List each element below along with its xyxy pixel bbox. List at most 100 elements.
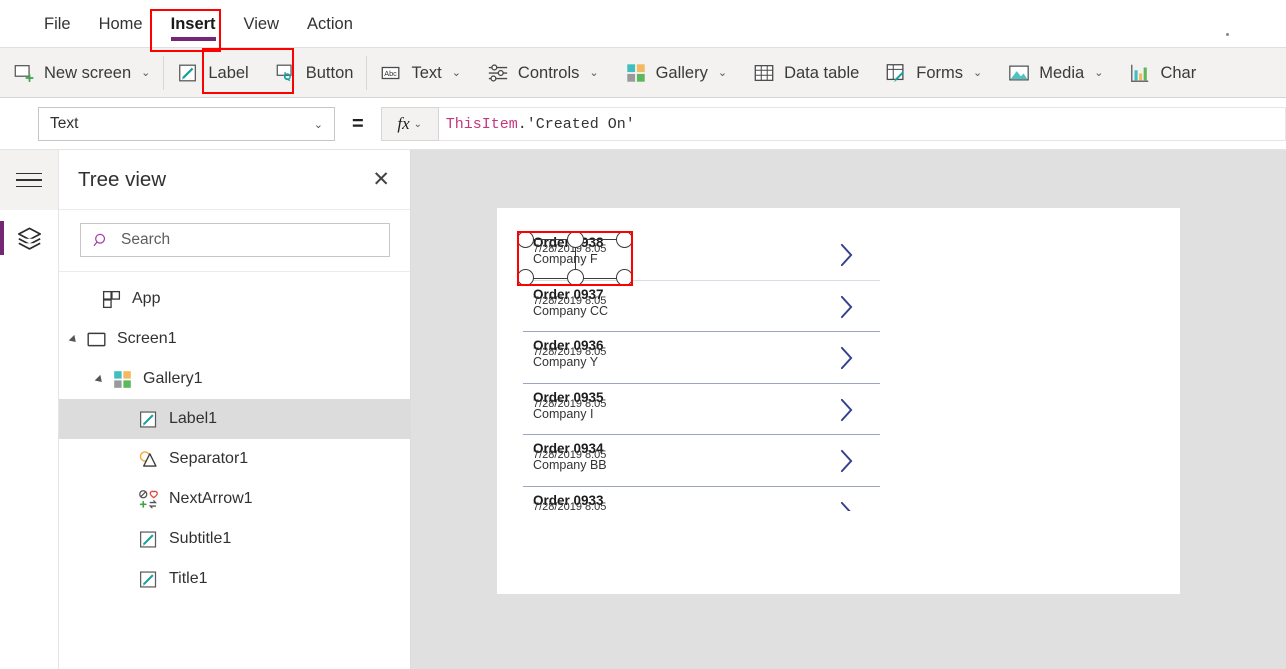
gallery-row[interactable]: Order 0935 Company I 7/28/2019 8:05: [523, 384, 880, 435]
search-container: Search: [59, 210, 410, 272]
button-icon: [276, 64, 292, 81]
ribbon-label: Forms: [916, 63, 964, 82]
ribbon-new-screen[interactable]: New screen ⌄: [0, 48, 163, 97]
tree-item-label: NextArrow1: [169, 490, 253, 507]
equals-sign: =: [352, 112, 364, 135]
ribbon-label: Button: [305, 63, 354, 82]
ribbon-label: Gallery: [655, 63, 708, 82]
label-icon: [140, 570, 157, 588]
ribbon-controls[interactable]: Controls ⌄: [474, 48, 612, 97]
ribbon-forms[interactable]: Forms ⌄: [872, 48, 995, 97]
canvas-area[interactable]: Order 0938 Company F 7/28/2019 8:05 Orde…: [411, 150, 1286, 669]
gallery-row-date: 7/28/2019 8:05: [533, 449, 607, 461]
next-arrow-icon[interactable]: [839, 398, 854, 422]
active-tab-underline: [170, 37, 216, 41]
menu-item-view[interactable]: View: [230, 8, 293, 40]
media-icon: [1009, 65, 1030, 80]
resize-handle-n[interactable]: [567, 231, 584, 248]
chevron-down-icon: ⌄: [1094, 67, 1104, 79]
formula-field-token: 'Created On': [526, 115, 635, 133]
selection-handles: [517, 231, 633, 286]
tree-item-label: Gallery1: [143, 370, 203, 387]
hamburger-button[interactable]: [0, 150, 58, 210]
data-table-icon: [754, 64, 774, 81]
menu-item-insert[interactable]: Insert: [157, 8, 230, 41]
left-rail: [0, 150, 59, 669]
gallery-row[interactable]: Order 0936 Company Y 7/28/2019 8:05: [523, 332, 880, 384]
menu-item-home[interactable]: Home: [85, 8, 157, 40]
next-arrow-icon[interactable]: [839, 295, 854, 319]
menu-item-action[interactable]: Action: [293, 8, 367, 40]
ribbon-label[interactable]: Label: [164, 48, 261, 97]
formula-object-token: ThisItem: [445, 115, 518, 133]
ribbon-media[interactable]: Media ⌄: [995, 48, 1116, 97]
resize-handle-ne[interactable]: [616, 231, 633, 248]
resize-handle-s[interactable]: [567, 269, 584, 286]
fx-button[interactable]: fx ⌄: [380, 107, 439, 141]
chevron-down-icon: ⌄: [717, 67, 728, 79]
tree-item-nextarrow1[interactable]: NextArrow1: [59, 479, 410, 519]
app-icon: [102, 290, 121, 308]
controls-icon: [488, 63, 508, 82]
ribbon-data-table[interactable]: Data table: [740, 48, 872, 97]
next-arrow-icon[interactable]: [839, 449, 854, 473]
search-input[interactable]: Search: [80, 223, 390, 257]
layers-icon: [17, 227, 41, 250]
expand-caret-icon[interactable]: [70, 334, 81, 345]
active-indicator: [0, 221, 4, 255]
menu-item-label: File: [44, 14, 71, 33]
screen-icon: [87, 332, 106, 346]
chevron-down-icon: ⌄: [413, 118, 423, 130]
next-arrow-icon[interactable]: [839, 501, 854, 512]
tree-item-subtitle1[interactable]: Subtitle1: [59, 519, 410, 559]
menu-overflow-dot: [1226, 33, 1229, 36]
expand-caret-icon[interactable]: [96, 374, 107, 385]
ribbon-label: Text: [411, 63, 442, 82]
close-icon[interactable]: ✕: [372, 169, 390, 190]
formula-input[interactable]: ThisItem. 'Created On': [438, 107, 1286, 141]
gallery-row[interactable]: Order 0937 Company CC 7/28/2019 8:05: [523, 281, 880, 332]
search-icon: [93, 233, 106, 246]
chevron-down-icon: ⌄: [589, 67, 599, 79]
next-arrow-icon[interactable]: [839, 243, 854, 267]
property-value: Text: [50, 115, 79, 132]
ribbon-label: Char: [1160, 63, 1197, 82]
tree-item-app[interactable]: App: [59, 279, 410, 319]
resize-handle-nw[interactable]: [517, 231, 534, 248]
ribbon-gallery[interactable]: Gallery ⌄: [612, 48, 740, 97]
next-arrow-icon[interactable]: [839, 346, 854, 370]
ribbon-label: Data table: [784, 63, 860, 82]
tree-list: App Screen1 Gallery1 Label1 Separator1 N…: [59, 272, 410, 599]
tree-item-screen1[interactable]: Screen1: [59, 319, 410, 359]
formula-bar: Text ⌄ = fx ⌄ ThisItem. 'Created On': [0, 99, 1286, 150]
ribbon-text[interactable]: Abc Text ⌄: [367, 48, 473, 97]
ribbon-toolbar: New screen ⌄ Label Button Abc Text ⌄ Con…: [0, 47, 1286, 98]
gallery-row[interactable]: Order 0933 7/28/2019 8:05: [523, 487, 880, 512]
property-dropdown[interactable]: Text ⌄: [38, 107, 335, 141]
ribbon-charts[interactable]: Char: [1116, 48, 1209, 97]
tree-item-label: Subtitle1: [169, 530, 232, 547]
tree-item-separator1[interactable]: Separator1: [59, 439, 410, 479]
tree-item-title1[interactable]: Title1: [59, 559, 410, 599]
resize-handle-se[interactable]: [616, 269, 633, 286]
tree-item-gallery1[interactable]: Gallery1: [59, 359, 410, 399]
ribbon-label: Media: [1039, 63, 1085, 82]
gallery-row-date: 7/28/2019 8:05: [533, 397, 607, 410]
menu-item-label: View: [243, 14, 280, 33]
ribbon-label: New screen: [44, 63, 132, 82]
gallery-row[interactable]: Order 0934 Company BB 7/28/2019 8:05: [523, 435, 880, 487]
text-icon: Abc: [382, 66, 400, 79]
forms-icon: [886, 63, 905, 82]
gallery-row-date: 7/28/2019 8:05: [533, 346, 607, 358]
tree-item-label1[interactable]: Label1: [59, 399, 410, 439]
formula-punct-token: .: [517, 115, 527, 133]
rail-item-tree-view[interactable]: [0, 210, 58, 267]
ribbon-button[interactable]: Button: [262, 48, 367, 97]
tree-view-header: Tree view ✕: [59, 150, 410, 210]
menu-item-file[interactable]: File: [30, 8, 85, 40]
menu-item-label: Action: [307, 14, 353, 33]
tree-view-panel: Tree view ✕ Search App Screen1 Gallery1 …: [59, 150, 411, 669]
menu-bar: File Home Insert View Action: [0, 0, 1286, 47]
resize-handle-sw[interactable]: [517, 269, 534, 286]
gallery-icon: [626, 63, 645, 82]
